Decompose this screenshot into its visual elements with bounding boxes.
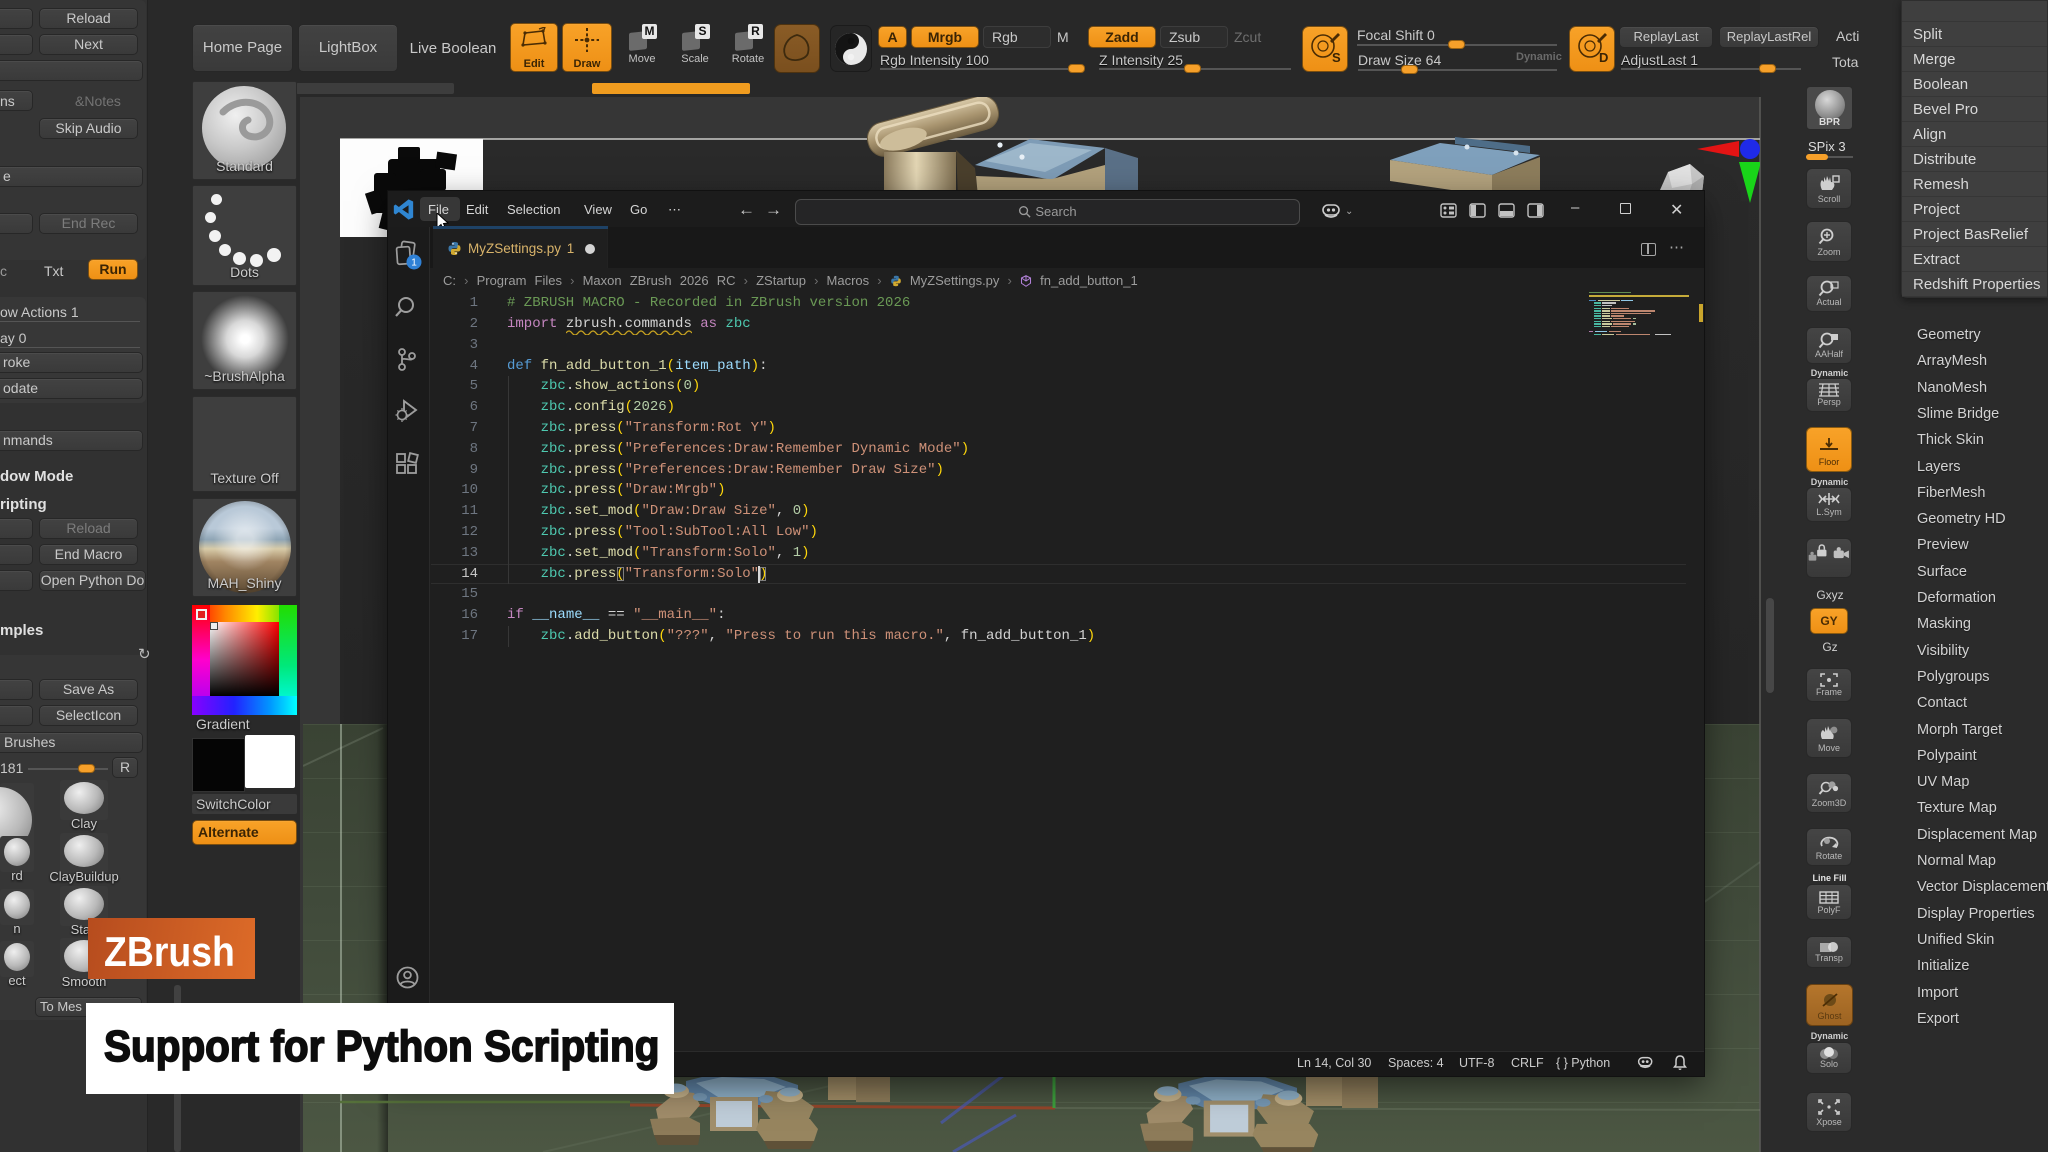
- svg-text:S: S: [1332, 50, 1341, 65]
- svg-text:1: 1: [411, 258, 417, 269]
- svg-text:D: D: [1599, 50, 1608, 65]
